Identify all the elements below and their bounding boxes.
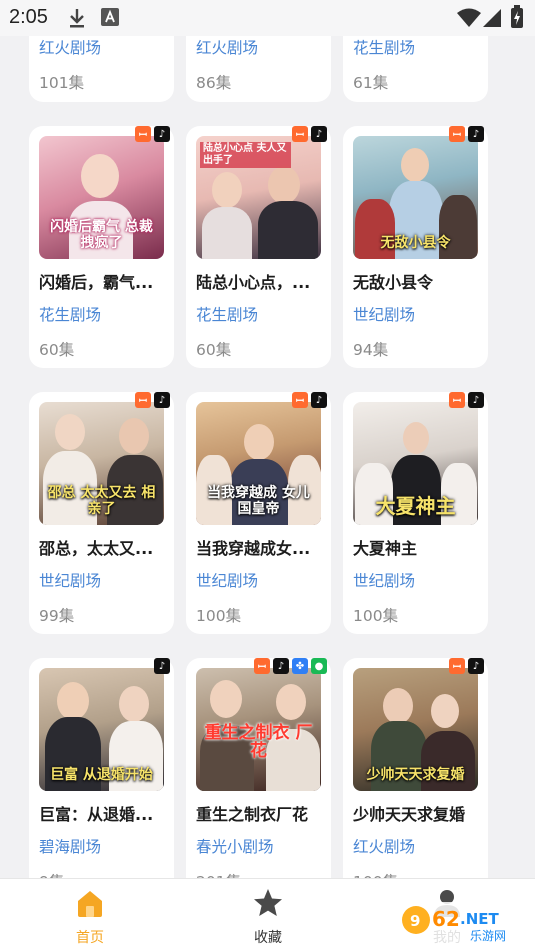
drama-card[interactable]: 邵总 太太又去 相亲了 ꟷ ♪ 邵总，太太又... 世纪剧场 99集 [29, 392, 174, 634]
kuaishou-icon: ꟷ [135, 126, 151, 142]
douyin-icon: ♪ [468, 658, 484, 674]
episode-count: 60集 [39, 341, 75, 359]
episode-count: 100集 [196, 607, 242, 625]
poster-title: 当我穿越成 女儿国皇帝 [207, 485, 310, 517]
drama-card[interactable]: 陆总小心点 夫人又出手了 ꟷ ♪ 陆总小心点，... 花生剧场 60集 [186, 126, 331, 368]
episode-count: 86集 [196, 74, 232, 92]
episode-count: 99集 [39, 607, 75, 625]
drama-card[interactable]: 大夏神主 ꟷ ♪ 大夏神主 世纪剧场 100集 [343, 392, 488, 634]
wechat-icon: ● [311, 658, 327, 674]
status-bar: 2:05 [0, 0, 535, 36]
svg-text:9: 9 [410, 912, 420, 930]
kuaishou-icon: ꟷ [449, 658, 465, 674]
episode-count: 100集 [353, 607, 399, 625]
poster-title: 陆总小心点 夫人又出手了 [200, 142, 291, 168]
drama-title: 闪婚后，霸气... [39, 273, 154, 292]
battery-charging-icon [511, 5, 523, 28]
theater-link[interactable]: 红火剧场 [39, 36, 101, 58]
theater-link[interactable]: 世纪剧场 [353, 303, 415, 325]
drama-card[interactable]: 闪婚后霸气 总裁拽疯了 ꟷ ♪ 闪婚后，霸气... 花生剧场 60集 [29, 126, 174, 368]
drama-card[interactable]: 重生之制衣 厂花 ꟷ ♪ ✤ ● 重生之制衣厂花 春光小剧场 201集 [186, 658, 331, 900]
home-icon [78, 891, 102, 917]
poster-title: 无敌小县令 [380, 234, 451, 251]
episode-count: 61集 [353, 74, 389, 92]
drama-poster[interactable]: 巨富 从退婚开始 [39, 668, 164, 791]
svg-text:乐游网: 乐游网 [470, 929, 506, 943]
poster-title: 重生之制衣 厂花 [204, 722, 313, 762]
episode-count: 60集 [196, 341, 232, 359]
drama-title: 巨富：从退婚... [39, 805, 154, 824]
theater-link[interactable]: 世纪剧场 [196, 569, 258, 591]
drama-poster[interactable]: 当我穿越成 女儿国皇帝 [196, 402, 321, 525]
poster-title: 少帅天天求复婚 [366, 766, 465, 783]
theater-link[interactable]: 花生剧场 [353, 36, 415, 58]
douyin-icon: ♪ [154, 392, 170, 408]
drama-card[interactable]: 巨富 从退婚开始 ♪ 巨富：从退婚... 碧海剧场 9集 [29, 658, 174, 900]
douyin-icon: ♪ [273, 658, 289, 674]
nav-favorites[interactable]: 收藏 [218, 879, 318, 952]
drama-poster[interactable]: 大夏神主 [353, 402, 478, 525]
drama-title: 当我穿越成女... [196, 539, 311, 558]
kuaishou-icon: ꟷ [135, 392, 151, 408]
drama-title: 邵总，太太又... [39, 539, 154, 558]
theater-link[interactable]: 花生剧场 [39, 303, 101, 325]
drama-poster[interactable]: 重生之制衣 厂花 [196, 668, 321, 791]
episode-count: 101集 [39, 74, 85, 92]
drama-poster[interactable]: 闪婚后霸气 总裁拽疯了 [39, 136, 164, 259]
kuaishou-icon: ꟷ [449, 126, 465, 142]
drama-title: 少帅天天求复婚 [353, 805, 466, 824]
signal-icon [483, 9, 501, 27]
douyin-icon: ♪ [154, 658, 170, 674]
douyin-icon: ♪ [468, 392, 484, 408]
wifi-icon [457, 8, 481, 27]
poster-title: 邵总 太太又去 相亲了 [47, 485, 156, 517]
svg-text:.NET: .NET [460, 910, 499, 928]
star-icon [254, 889, 282, 916]
douyin-icon: ♪ [311, 126, 327, 142]
status-time: 2:05 [9, 6, 48, 28]
poster-title: 大夏神主 [375, 494, 456, 518]
kuaishou-icon: ꟷ [292, 126, 308, 142]
theater-link[interactable]: 红火剧场 [196, 36, 258, 58]
nav-label: 首页 [76, 930, 104, 946]
douyin-icon: ♪ [311, 392, 327, 408]
drama-title: 无敌小县令 [353, 273, 434, 292]
drama-title: 大夏神主 [353, 539, 418, 558]
drama-title: 陆总小心点，... [196, 273, 311, 292]
drama-title: 重生之制衣厂花 [196, 805, 309, 824]
nav-home[interactable]: 首页 [40, 879, 140, 952]
kuaishou-icon: ꟷ [449, 392, 465, 408]
kuaishou-icon: ꟷ [254, 658, 270, 674]
theater-link[interactable]: 世纪剧场 [39, 569, 101, 591]
theater-link[interactable]: 红火剧场 [353, 835, 415, 857]
nav-label: 收藏 [254, 930, 282, 946]
episode-count: 94集 [353, 341, 389, 359]
theater-link[interactable]: 世纪剧场 [353, 569, 415, 591]
theater-link[interactable]: 碧海剧场 [39, 835, 101, 857]
poster-title: 巨富 从退婚开始 [50, 766, 153, 783]
keyboard-app-icon [101, 8, 119, 26]
link-icon: ✤ [292, 658, 308, 674]
drama-poster[interactable]: 无敌小县令 [353, 136, 478, 259]
drama-card[interactable]: 当我穿越成 女儿国皇帝 ꟷ ♪ 当我穿越成女... 世纪剧场 100集 [186, 392, 331, 634]
theater-link[interactable]: 花生剧场 [196, 303, 258, 325]
watermark-logo: 9 62 .NET 乐游网 [398, 896, 532, 946]
theater-link[interactable]: 春光小剧场 [196, 835, 274, 857]
kuaishou-icon: ꟷ [292, 392, 308, 408]
drama-poster[interactable]: 陆总小心点 夫人又出手了 [196, 136, 321, 259]
drama-card[interactable]: 无敌小县令 ꟷ ♪ 无敌小县令 世纪剧场 94集 [343, 126, 488, 368]
poster-title: 闪婚后霸气 总裁拽疯了 [50, 219, 153, 251]
drama-card[interactable]: 少帅天天求复婚 ꟷ ♪ 少帅天天求复婚 红火剧场 100集 [343, 658, 488, 900]
download-icon [70, 9, 84, 28]
drama-poster[interactable]: 邵总 太太又去 相亲了 [39, 402, 164, 525]
drama-poster[interactable]: 少帅天天求复婚 [353, 668, 478, 791]
svg-text:62: 62 [432, 907, 460, 931]
douyin-icon: ♪ [468, 126, 484, 142]
douyin-icon: ♪ [154, 126, 170, 142]
